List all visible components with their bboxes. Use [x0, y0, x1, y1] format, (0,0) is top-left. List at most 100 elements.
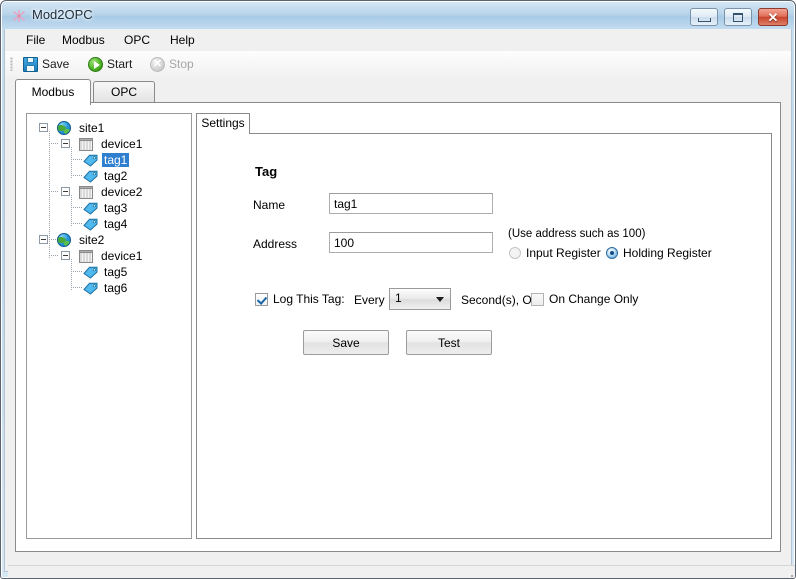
maximize-icon — [725, 9, 751, 25]
chevron-down-icon — [436, 297, 444, 302]
play-circle-icon — [88, 56, 103, 72]
tree-line — [49, 255, 59, 256]
every-label: Every — [354, 293, 385, 307]
address-input[interactable] — [329, 232, 493, 253]
tree-node-device1[interactable]: device1 — [79, 136, 144, 152]
tree-node-device2[interactable]: device2 — [79, 184, 144, 200]
tree-line — [49, 191, 59, 192]
tree-node-tag5[interactable]: tag5 — [83, 264, 129, 280]
device-tree[interactable]: site1 device1 tag1 tag2 device2 tag3 tag… — [26, 113, 192, 539]
checkbox-log-this-tag-label: Log This Tag: — [273, 292, 345, 306]
close-icon: ✕ — [767, 9, 779, 25]
toolbar-stop-label: Stop — [169, 57, 194, 71]
resize-grip[interactable] — [780, 572, 793, 578]
tree-node-label: device1 — [101, 137, 143, 151]
app-star-icon — [11, 8, 27, 24]
close-button[interactable]: ✕ — [758, 8, 788, 26]
tree-node-label: device2 — [101, 185, 143, 199]
tree-line — [49, 131, 50, 241]
radio-circle-selected-icon — [606, 247, 618, 259]
tab-settings[interactable]: Settings — [196, 113, 250, 134]
menu-item-file[interactable]: File — [19, 32, 52, 50]
modbus-tab-page: site1 device1 tag1 tag2 device2 tag3 tag… — [15, 102, 781, 552]
tree-node-site2-device1[interactable]: device1 — [79, 248, 144, 264]
title-bar[interactable]: Mod2OPC ✕ — [2, 2, 794, 29]
tree-node-label: tag3 — [104, 201, 128, 215]
device-icon — [79, 185, 93, 199]
tree-node-tag3[interactable]: tag3 — [83, 200, 129, 216]
device-icon — [79, 249, 93, 263]
section-title-tag: Tag — [255, 164, 278, 179]
menu-item-help[interactable]: Help — [163, 32, 202, 50]
checkbox-on-change-only-label: On Change Only — [549, 292, 639, 306]
tree-node-label: tag2 — [104, 169, 128, 183]
radio-circle-icon — [509, 247, 521, 259]
name-label: Name — [253, 198, 286, 212]
toolbar-start-button[interactable]: Start — [84, 54, 136, 74]
toolbar: Save Start ✕ Stop — [5, 51, 791, 77]
interval-dropdown[interactable]: 1 — [389, 288, 451, 310]
seconds-label: Second(s), Or — [461, 293, 536, 307]
minimize-button[interactable] — [690, 8, 718, 26]
menu-bar: File Modbus OPC Help — [5, 29, 791, 51]
checkbox-on-change-only[interactable]: On Change Only — [531, 292, 638, 306]
toolbar-start-label: Start — [107, 57, 133, 71]
radio-holding-register[interactable]: Holding Register — [606, 246, 712, 260]
tree-node-label: device1 — [101, 249, 143, 263]
tab-modbus[interactable]: Modbus — [15, 79, 91, 105]
menu-item-modbus[interactable]: Modbus — [55, 32, 112, 50]
toolbar-grip[interactable] — [10, 57, 13, 71]
radio-input-register-label: Input Register — [526, 246, 601, 260]
tag-icon — [83, 202, 98, 215]
tab-opc[interactable]: OPC — [93, 81, 155, 103]
main-tab-strip: Modbus OPC site1 device1 tag1 tag2 devic… — [15, 79, 781, 553]
tree-node-site2[interactable]: site2 — [57, 232, 106, 248]
globe-icon — [57, 121, 71, 135]
settings-panel: Settings Tag Name Address (Use address s… — [196, 113, 772, 539]
address-hint: (Use address such as 100) — [508, 228, 646, 240]
tree-node-tag1[interactable]: tag1 — [83, 152, 130, 168]
tree-node-tag6[interactable]: tag6 — [83, 280, 129, 296]
toolbar-stop-button: ✕ Stop — [146, 54, 198, 74]
floppy-save-icon — [23, 56, 38, 72]
toolbar-save-button[interactable]: Save — [19, 54, 73, 74]
tree-node-tag2[interactable]: tag2 — [83, 168, 129, 184]
tree-line — [71, 223, 83, 224]
checkbox-checked-icon — [255, 292, 268, 306]
menu-item-opc[interactable]: OPC — [117, 32, 157, 50]
tag-icon — [83, 154, 98, 167]
save-button[interactable]: Save — [303, 330, 389, 355]
application-window: Mod2OPC ✕ File Modbus OPC Help Save Star… — [0, 0, 796, 579]
tree-line — [71, 271, 83, 272]
tag-icon — [83, 282, 98, 295]
tree-node-site1[interactable]: site1 — [57, 120, 106, 136]
tree-line — [71, 175, 83, 176]
device-icon — [79, 137, 93, 151]
tree-node-label: tag4 — [104, 217, 128, 231]
tag-icon — [83, 170, 98, 183]
tree-node-label: tag5 — [104, 265, 128, 279]
checkbox-log-this-tag[interactable]: Log This Tag: — [255, 292, 345, 306]
tree-expander-site2[interactable] — [39, 235, 48, 244]
tree-node-label: tag6 — [104, 281, 128, 295]
tree-node-label: site2 — [79, 233, 105, 247]
checkbox-unchecked-icon — [531, 292, 544, 306]
status-bar — [8, 565, 795, 578]
tree-expander-device2[interactable] — [61, 187, 70, 196]
tree-expander-site1[interactable] — [39, 123, 48, 132]
name-input[interactable] — [329, 193, 493, 214]
test-button[interactable]: Test — [406, 330, 492, 355]
tree-node-label: site1 — [79, 121, 105, 135]
toolbar-save-label: Save — [42, 57, 70, 71]
tree-expander-device1[interactable] — [61, 139, 70, 148]
radio-input-register[interactable]: Input Register — [509, 246, 601, 260]
interval-dropdown-value: 1 — [395, 291, 402, 305]
tree-line — [49, 239, 50, 259]
radio-holding-register-label: Holding Register — [623, 246, 712, 260]
window-title: Mod2OPC — [32, 7, 93, 22]
minimize-icon — [691, 9, 717, 25]
tree-node-tag4[interactable]: tag4 — [83, 216, 129, 232]
maximize-button[interactable] — [724, 8, 752, 26]
tree-expander-site2-device1[interactable] — [61, 251, 70, 260]
tree-line — [71, 159, 83, 160]
